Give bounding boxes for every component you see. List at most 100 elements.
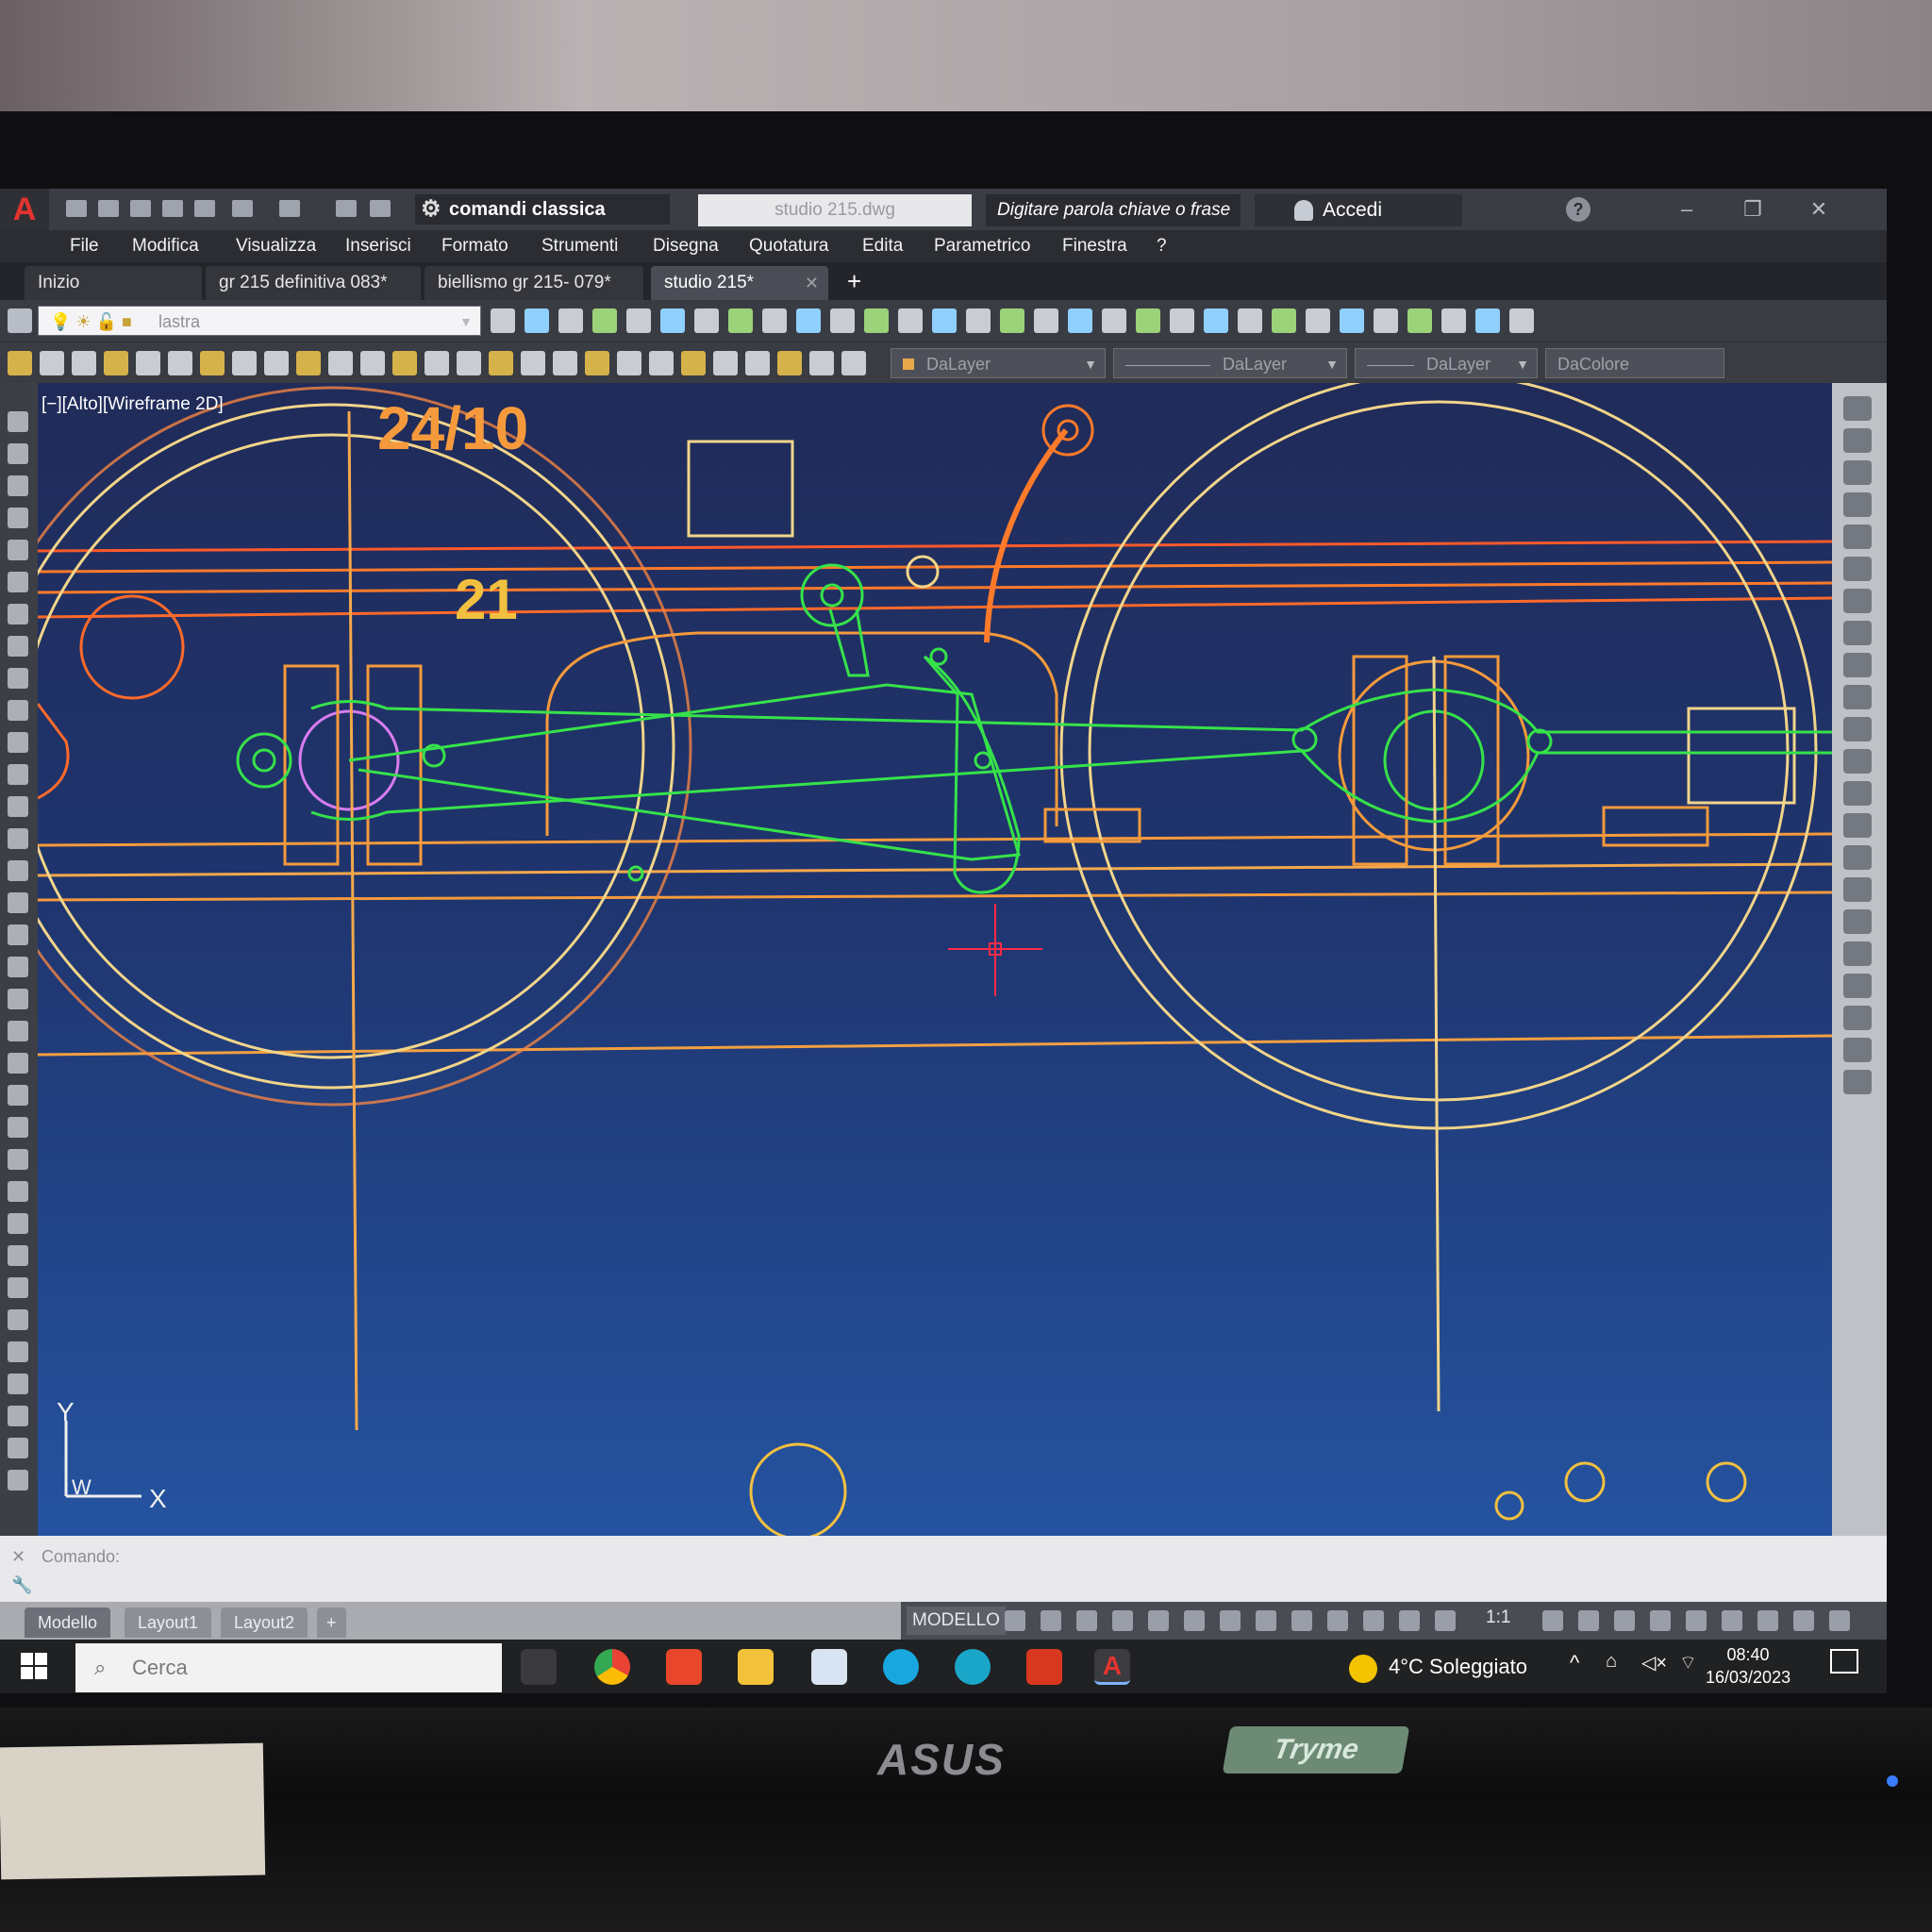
model-space-button[interactable]: MODELLO (907, 1607, 1006, 1635)
annotation-scale[interactable]: 1:1 (1486, 1607, 1510, 1628)
left-tool-icon[interactable] (8, 924, 28, 945)
help-search-input[interactable]: Digitare parola chiave o frase (986, 194, 1241, 226)
left-tool-icon[interactable] (8, 604, 28, 625)
share-icon[interactable] (370, 200, 391, 217)
left-tool-icon[interactable] (8, 1470, 28, 1491)
viewport-controls[interactable]: [−][Alto][Wireframe 2D] (42, 394, 224, 415)
draw-tool-icon[interactable] (796, 308, 821, 333)
standard-tool-icon[interactable] (40, 351, 64, 375)
standard-tool-icon[interactable] (168, 351, 192, 375)
modify-tool-icon[interactable] (1843, 653, 1872, 677)
draw-tool-icon[interactable] (592, 308, 617, 333)
layer-dropdown[interactable]: 💡 ☀ 🔓 ■ lastra ▼ (38, 306, 481, 336)
menu-parametrico[interactable]: Parametrico (934, 230, 1030, 262)
tab-layout2[interactable]: Layout2 (221, 1607, 308, 1638)
app-menu-button[interactable]: A (0, 189, 49, 230)
status-toggle-icon[interactable] (1650, 1610, 1671, 1631)
menu-quotatura[interactable]: Quotatura (749, 230, 829, 262)
menu-finestra[interactable]: Finestra (1062, 230, 1127, 262)
chrome-icon[interactable] (594, 1649, 630, 1685)
left-tool-icon[interactable] (8, 668, 28, 689)
modify-tool-icon[interactable] (1843, 460, 1872, 485)
draw-tool-icon[interactable] (864, 308, 889, 333)
left-tool-icon[interactable] (8, 1117, 28, 1138)
cad-drawing[interactable]: 24/10 21 Y X W (38, 383, 1832, 1536)
lineweight-dropdown[interactable]: DaLayer ▼ (1355, 348, 1538, 378)
calculator-icon[interactable] (811, 1649, 847, 1685)
close-command-icon[interactable]: ✕ (11, 1547, 25, 1567)
draw-tool-icon[interactable] (1374, 308, 1398, 333)
draw-tool-icon[interactable] (966, 308, 991, 333)
draw-tool-icon[interactable] (1238, 308, 1262, 333)
draw-tool-icon[interactable] (1475, 308, 1500, 333)
modify-tool-icon[interactable] (1843, 813, 1872, 838)
menu-modifica[interactable]: Modifica (132, 230, 199, 262)
left-tool-icon[interactable] (8, 540, 28, 560)
modify-tool-icon[interactable] (1843, 845, 1872, 870)
minimize-icon[interactable]: – (1658, 192, 1715, 226)
standard-tool-icon[interactable] (136, 351, 160, 375)
close-icon[interactable]: ✕ (1790, 192, 1847, 226)
modify-tool-icon[interactable] (1843, 428, 1872, 453)
standard-tool-icon[interactable] (328, 351, 353, 375)
left-tool-icon[interactable] (8, 411, 28, 432)
draw-tool-icon[interactable] (491, 308, 515, 333)
left-tool-icon[interactable] (8, 700, 28, 721)
draw-tool-icon[interactable] (1170, 308, 1194, 333)
file-explorer-icon[interactable] (738, 1649, 774, 1685)
save-as-icon[interactable] (162, 200, 183, 217)
tab-inizio[interactable]: Inizio (25, 266, 202, 300)
wrench-icon[interactable]: 🔧 (11, 1575, 32, 1595)
draw-tool-icon[interactable] (558, 308, 583, 333)
left-tool-icon[interactable] (8, 860, 28, 881)
acrobat-icon[interactable] (1026, 1649, 1062, 1685)
left-tool-icon[interactable] (8, 443, 28, 464)
left-tool-icon[interactable] (8, 957, 28, 977)
standard-tool-icon[interactable] (296, 351, 321, 375)
status-toggle-icon[interactable] (1291, 1610, 1312, 1631)
standard-tool-icon[interactable] (8, 351, 32, 375)
standard-tool-icon[interactable] (809, 351, 834, 375)
weather-widget[interactable]: 4°C Soleggiato (1349, 1647, 1527, 1687)
left-tool-icon[interactable] (8, 1406, 28, 1426)
draw-tool-icon[interactable] (626, 308, 651, 333)
left-tool-icon[interactable] (8, 1053, 28, 1074)
tab-layout1[interactable]: Layout1 (125, 1607, 212, 1638)
standard-tool-icon[interactable] (681, 351, 706, 375)
standard-tool-icon[interactable] (617, 351, 641, 375)
status-toggle-icon[interactable] (1578, 1610, 1599, 1631)
standard-tool-icon[interactable] (649, 351, 674, 375)
modify-tool-icon[interactable] (1843, 1006, 1872, 1030)
save-icon[interactable] (130, 200, 151, 217)
left-tool-icon[interactable] (8, 892, 28, 913)
tab-close-icon[interactable]: ✕ (805, 266, 819, 300)
task-view-icon[interactable] (521, 1649, 557, 1685)
status-toggle-icon[interactable] (1220, 1610, 1241, 1631)
standard-tool-icon[interactable] (521, 351, 545, 375)
media-player-icon[interactable] (666, 1649, 702, 1685)
draw-tool-icon[interactable] (1204, 308, 1228, 333)
standard-tool-icon[interactable] (200, 351, 225, 375)
left-tool-icon[interactable] (8, 732, 28, 753)
edge-icon[interactable] (955, 1649, 991, 1685)
draw-tool-icon[interactable] (932, 308, 957, 333)
taskbar-search-input[interactable]: ⌕ Cerca (75, 1643, 502, 1692)
modify-tool-icon[interactable] (1843, 717, 1872, 741)
status-toggle-icon[interactable] (1793, 1610, 1814, 1631)
tab-gr215-definitiva[interactable]: gr 215 definitiva 083* (206, 266, 421, 300)
status-toggle-icon[interactable] (1614, 1610, 1635, 1631)
left-tool-icon[interactable] (8, 764, 28, 785)
tab-biellismo[interactable]: biellismo gr 215- 079* (425, 266, 643, 300)
plotstyle-dropdown[interactable]: DaColore (1545, 348, 1724, 378)
status-toggle-icon[interactable] (1686, 1610, 1707, 1631)
modify-tool-icon[interactable] (1843, 781, 1872, 806)
signin-button[interactable]: Accedi (1255, 194, 1462, 226)
wifi-icon[interactable]: ⌔ (1679, 1651, 1697, 1674)
standard-tool-icon[interactable] (489, 351, 513, 375)
network-icon[interactable]: ⌂ (1606, 1651, 1617, 1673)
taskbar-clock[interactable]: 08:40 16/03/2023 (1706, 1643, 1790, 1689)
add-layout-button[interactable]: + (317, 1607, 346, 1638)
draw-tool-icon[interactable] (525, 308, 549, 333)
new-tab-button[interactable]: + (847, 262, 861, 300)
status-toggle-icon[interactable] (1327, 1610, 1348, 1631)
